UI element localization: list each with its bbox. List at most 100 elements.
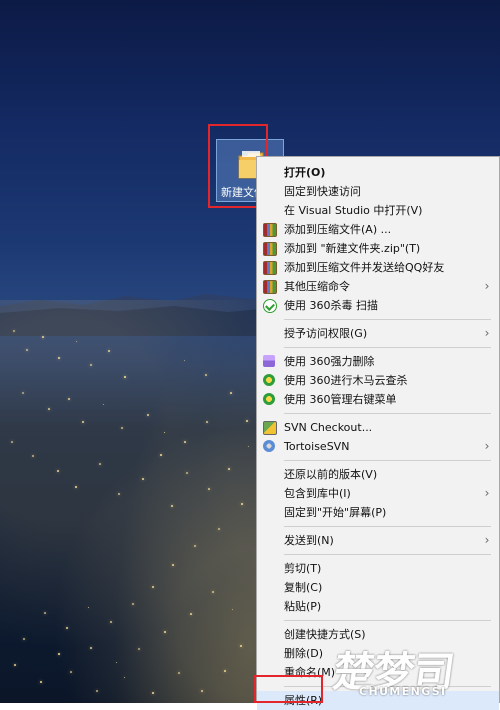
menu-separator xyxy=(284,620,491,621)
tortoise-icon xyxy=(263,440,275,452)
menu-item-label: 剪切(T) xyxy=(284,562,322,575)
menu-item-label: 授予访问权限(G) xyxy=(284,327,368,340)
purple-tool-icon xyxy=(263,355,275,367)
security-360-icon xyxy=(263,374,275,386)
city-light xyxy=(40,681,42,683)
city-light xyxy=(218,528,220,530)
menu-item[interactable]: 固定到快速访问 xyxy=(257,182,499,201)
menu-item[interactable]: 使用 360杀毒 扫描 xyxy=(257,296,499,315)
menu-separator xyxy=(284,319,491,320)
menu-item[interactable]: 其他压缩命令 › xyxy=(257,277,499,296)
menu-item[interactable]: 属性(R) xyxy=(257,691,499,710)
menu-separator xyxy=(284,686,491,687)
menu-item[interactable]: 重命名(M) xyxy=(257,663,499,682)
menu-item[interactable]: 添加到 "新建文件夹.zip"(T) xyxy=(257,239,499,258)
menu-item-label: 使用 360管理右键菜单 xyxy=(284,393,397,406)
city-light xyxy=(147,414,149,416)
city-light xyxy=(13,330,15,332)
city-light xyxy=(70,671,72,673)
city-light xyxy=(142,478,144,480)
menu-item[interactable]: 授予访问权限(G) › xyxy=(257,324,499,343)
city-light xyxy=(206,421,208,423)
menu-item-label: 重命名(M) xyxy=(284,666,336,679)
chevron-right-icon: › xyxy=(484,439,490,453)
menu-item[interactable]: 剪切(T) xyxy=(257,559,499,578)
menu-item-label: 其他压缩命令 xyxy=(284,280,350,293)
menu-separator xyxy=(284,554,491,555)
city-light xyxy=(194,545,196,547)
city-light xyxy=(152,692,154,694)
city-light xyxy=(160,454,162,456)
menu-item[interactable]: 发送到(N) › xyxy=(257,531,499,550)
city-light xyxy=(82,421,84,423)
menu-item-label: 固定到"开始"屏幕(P) xyxy=(284,506,387,519)
city-light xyxy=(178,672,180,674)
menu-item[interactable]: 创建快捷方式(S) xyxy=(257,625,499,644)
city-light xyxy=(124,376,126,378)
menu-item[interactable]: 包含到库中(I) › xyxy=(257,484,499,503)
context-menu-list: 打开(O) 固定到快速访问在 Visual Studio 中打开(V) 添加到压缩文… xyxy=(257,157,499,710)
menu-item[interactable]: 使用 360进行木马云查杀 xyxy=(257,371,499,390)
city-light xyxy=(58,653,60,655)
menu-item-label: 使用 360进行木马云查杀 xyxy=(284,374,408,387)
city-light xyxy=(26,349,28,351)
city-light xyxy=(228,468,230,470)
city-light xyxy=(118,493,120,495)
city-light xyxy=(48,408,50,410)
menu-item[interactable]: 还原以前的版本(V) xyxy=(257,465,499,484)
menu-item-label: 固定到快速访问 xyxy=(284,185,361,198)
menu-item-label: 发送到(N) xyxy=(284,534,334,547)
menu-item[interactable]: 删除(D) xyxy=(257,644,499,663)
city-light xyxy=(42,336,44,338)
city-light xyxy=(184,441,186,443)
menu-item[interactable]: 打开(O) xyxy=(257,163,499,182)
city-light xyxy=(172,564,174,566)
city-light xyxy=(190,613,192,615)
city-light xyxy=(14,664,16,666)
city-light xyxy=(246,420,248,422)
menu-item[interactable]: 使用 360管理右键菜单 xyxy=(257,390,499,409)
archive-icon xyxy=(263,223,277,237)
city-light xyxy=(205,374,207,376)
city-light xyxy=(108,350,110,352)
menu-item[interactable]: 粘贴(P) xyxy=(257,597,499,616)
menu-separator xyxy=(284,460,491,461)
menu-item-label: 使用 360杀毒 扫描 xyxy=(284,299,378,312)
chevron-right-icon: › xyxy=(484,279,490,293)
chevron-right-icon: › xyxy=(484,486,490,500)
city-light xyxy=(121,427,123,429)
menu-item-label: SVN Checkout... xyxy=(284,421,373,434)
city-light xyxy=(58,357,60,359)
menu-item-label: 添加到压缩文件(A) ... xyxy=(284,223,392,236)
menu-separator xyxy=(284,526,491,527)
menu-item-label: 添加到压缩文件并发送给QQ好友 xyxy=(284,261,445,274)
city-light xyxy=(212,591,214,593)
city-light xyxy=(186,472,188,474)
menu-item[interactable]: 固定到"开始"屏幕(P) xyxy=(257,503,499,522)
menu-item-label: 创建快捷方式(S) xyxy=(284,628,366,641)
city-light xyxy=(96,690,98,692)
menu-item[interactable]: 使用 360强力删除 xyxy=(257,352,499,371)
menu-item[interactable]: 复制(C) xyxy=(257,578,499,597)
security-360-icon xyxy=(263,393,275,405)
city-light xyxy=(132,603,134,605)
menu-item-label: 在 Visual Studio 中打开(V) xyxy=(284,204,423,217)
city-light xyxy=(224,670,226,672)
context-menu: 打开(O) 固定到快速访问在 Visual Studio 中打开(V) 添加到压缩文… xyxy=(256,156,500,710)
chevron-right-icon: › xyxy=(484,326,490,340)
menu-item-label: 包含到库中(I) xyxy=(284,487,351,500)
city-light xyxy=(99,463,101,465)
city-light xyxy=(201,690,203,692)
menu-item-label: 打开(O) xyxy=(284,166,326,179)
menu-item[interactable]: SVN Checkout... xyxy=(257,418,499,437)
chevron-right-icon: › xyxy=(484,533,490,547)
menu-item[interactable]: TortoiseSVN › xyxy=(257,437,499,456)
city-light xyxy=(241,503,243,505)
menu-item-label: 添加到 "新建文件夹.zip"(T) xyxy=(284,242,421,255)
menu-item[interactable]: 添加到压缩文件(A) ... xyxy=(257,220,499,239)
menu-item-label: 还原以前的版本(V) xyxy=(284,468,378,481)
folder-label: 新建文件夹 xyxy=(221,186,257,199)
archive-icon xyxy=(263,242,277,256)
menu-item[interactable]: 添加到压缩文件并发送给QQ好友 xyxy=(257,258,499,277)
menu-item[interactable]: 在 Visual Studio 中打开(V) xyxy=(257,201,499,220)
